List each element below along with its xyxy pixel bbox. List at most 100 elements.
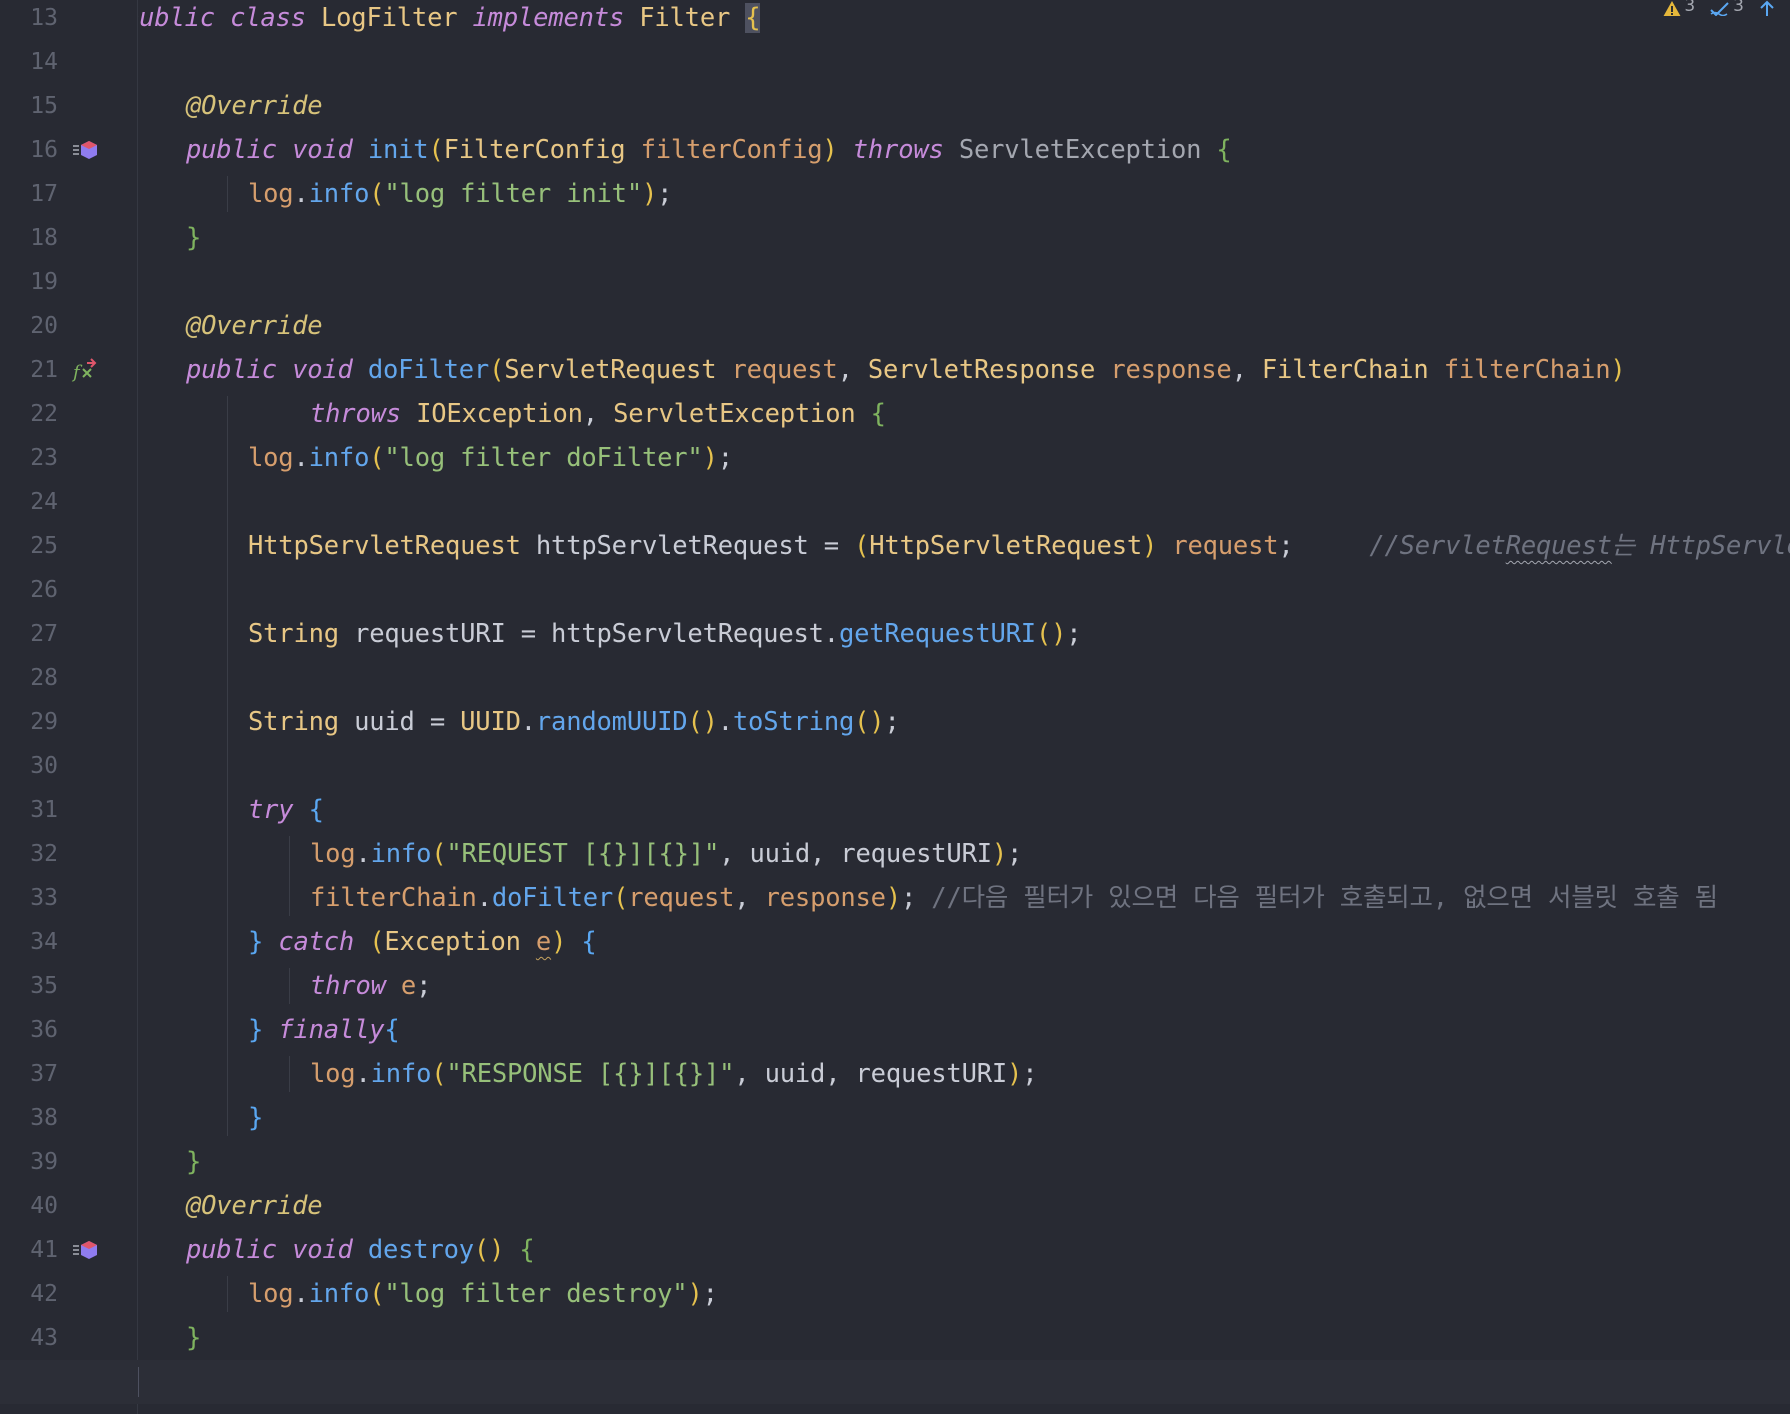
code-line[interactable]: @Override (186, 304, 323, 348)
code-line[interactable]: public void init(FilterConfig filterConf… (186, 128, 1232, 172)
code-line[interactable]: throw e; (310, 964, 431, 1008)
code-line[interactable]: public void destroy() { (186, 1228, 535, 1272)
code-line[interactable]: public class LogFilter implements Filter… (138, 0, 761, 40)
navigate-up-button[interactable] (1758, 0, 1776, 16)
code-line[interactable]: public void doFilter(ServletRequest requ… (186, 348, 1626, 392)
code-line[interactable]: } (186, 1140, 201, 1184)
line-number[interactable]: 39 (0, 1140, 58, 1184)
warning-count-text: 3 (1684, 0, 1696, 16)
inspection-widget[interactable]: 3 3 (1662, 0, 1776, 16)
line-number[interactable]: 13 (0, 0, 58, 40)
line-number[interactable]: 31 (0, 788, 58, 832)
line-number[interactable]: 22 (0, 392, 58, 436)
code-token: 는 HttpServletRequest의 부모 (1611, 531, 1790, 561)
line-number-gutter[interactable]: 13 14 15 16 17 18 19 20 21 f 22 23 24 25 26 27 28 29 30 31 3… (0, 0, 138, 1414)
code-line[interactable]: @Override (186, 84, 323, 128)
code-token: String (248, 619, 339, 649)
line-number[interactable]: 27 (0, 612, 58, 656)
line-number[interactable]: 19 (0, 260, 58, 304)
implement-method-recursive-icon[interactable]: f (70, 348, 100, 392)
code-token: "RESPONSE [{}][{}]" (446, 1059, 735, 1089)
line-number[interactable]: 43 (0, 1316, 58, 1360)
code-token: { (384, 1015, 400, 1045)
weak-warning-count[interactable]: 3 (1709, 0, 1744, 16)
code-line[interactable]: String requestURI = httpServletRequest.g… (248, 612, 1082, 656)
code-line[interactable]: log.info("RESPONSE [{}][{}]", uuid, requ… (310, 1052, 1038, 1096)
code-token: ; (1278, 531, 1294, 561)
line-number[interactable]: 26 (0, 568, 58, 612)
code-token: info (370, 839, 432, 869)
code-token: finally (278, 1015, 385, 1045)
code-token: //다음 필터가 있으면 다음 필터가 호출되고, 없으면 서블릿 호출 됨 (931, 883, 1718, 913)
line-number[interactable]: 21 (0, 348, 58, 392)
code-line[interactable]: } (138, 1360, 139, 1404)
code-token: ServletException (613, 399, 856, 429)
code-line[interactable]: } catch (Exception e) { (248, 920, 597, 964)
code-token: IOException (416, 399, 583, 429)
line-number[interactable]: 33 (0, 876, 58, 920)
line-number[interactable]: 18 (0, 216, 58, 260)
code-line[interactable]: log.info("log filter init"); (248, 172, 672, 216)
implement-method-icon[interactable] (70, 128, 100, 172)
line-number[interactable]: 32 (0, 832, 58, 876)
line-number[interactable]: 37 (0, 1052, 58, 1096)
line-number[interactable]: 28 (0, 656, 58, 700)
line-number[interactable]: 38 (0, 1096, 58, 1140)
code-token: implements (472, 3, 625, 33)
code-line[interactable]: String uuid = UUID.randomUUID().toString… (248, 700, 900, 744)
line-number[interactable]: 25 (0, 524, 58, 568)
warning-count[interactable]: 3 (1662, 0, 1695, 16)
code-editor[interactable]: 13 14 15 16 17 18 19 20 21 f 22 23 24 25 26 27 28 29 30 31 3… (0, 0, 1790, 1414)
code-token: ( (854, 531, 870, 561)
implement-method-icon[interactable] (70, 1228, 100, 1272)
line-number[interactable]: 34 (0, 920, 58, 964)
line-number[interactable]: 29 (0, 700, 58, 744)
line-number[interactable]: 20 (0, 304, 58, 348)
code-line[interactable]: } finally{ (248, 1008, 400, 1052)
line-number[interactable]: 41 (0, 1228, 58, 1272)
code-line[interactable]: } (186, 216, 201, 260)
code-line[interactable]: try { (248, 788, 324, 832)
code-line[interactable]: log.info("log filter destroy"); (248, 1272, 718, 1316)
line-number[interactable]: 15 (0, 84, 58, 128)
line-number[interactable]: 40 (0, 1184, 58, 1228)
code-line[interactable]: log.info("REQUEST [{}][{}]", uuid, reque… (310, 832, 1022, 876)
code-line[interactable]: throws IOException, ServletException { (310, 392, 886, 436)
code-token: ( (369, 179, 385, 209)
line-number[interactable]: 42 (0, 1272, 58, 1316)
line-number[interactable]: 24 (0, 480, 58, 524)
code-area[interactable]: public class LogFilter implements Filter… (138, 0, 1790, 1414)
code-token: request (1172, 531, 1279, 561)
line-number[interactable]: 36 (0, 1008, 58, 1052)
code-token: . (293, 1279, 309, 1309)
code-line[interactable]: HttpServletRequest httpServletRequest = … (248, 524, 1790, 568)
line-number[interactable]: 16 (0, 128, 58, 172)
code-line[interactable]: filterChain.doFilter(request, response);… (310, 876, 1718, 920)
code-line[interactable]: } (248, 1096, 263, 1140)
code-token: response (1110, 355, 1232, 385)
code-token: requestURI = httpServletRequest. (338, 619, 839, 649)
weak-warning-check-icon (1710, 2, 1729, 16)
line-number[interactable]: 14 (0, 40, 58, 84)
code-line[interactable]: } (186, 1316, 201, 1360)
code-line[interactable]: @Override (186, 1184, 323, 1228)
indent-guide (289, 968, 290, 1004)
line-number[interactable]: 23 (0, 436, 58, 480)
code-token: "REQUEST [{}][{}]" (446, 839, 720, 869)
line-number[interactable]: 17 (0, 172, 58, 216)
line-number[interactable]: 35 (0, 964, 58, 1008)
code-token: } (248, 1103, 264, 1133)
line-number[interactable]: 30 (0, 744, 58, 788)
navigate-up-icon (1760, 0, 1774, 16)
warning-triangle-icon (1663, 1, 1681, 16)
code-line[interactable]: log.info("log filter doFilter"); (248, 436, 733, 480)
code-token: ( (369, 1279, 385, 1309)
